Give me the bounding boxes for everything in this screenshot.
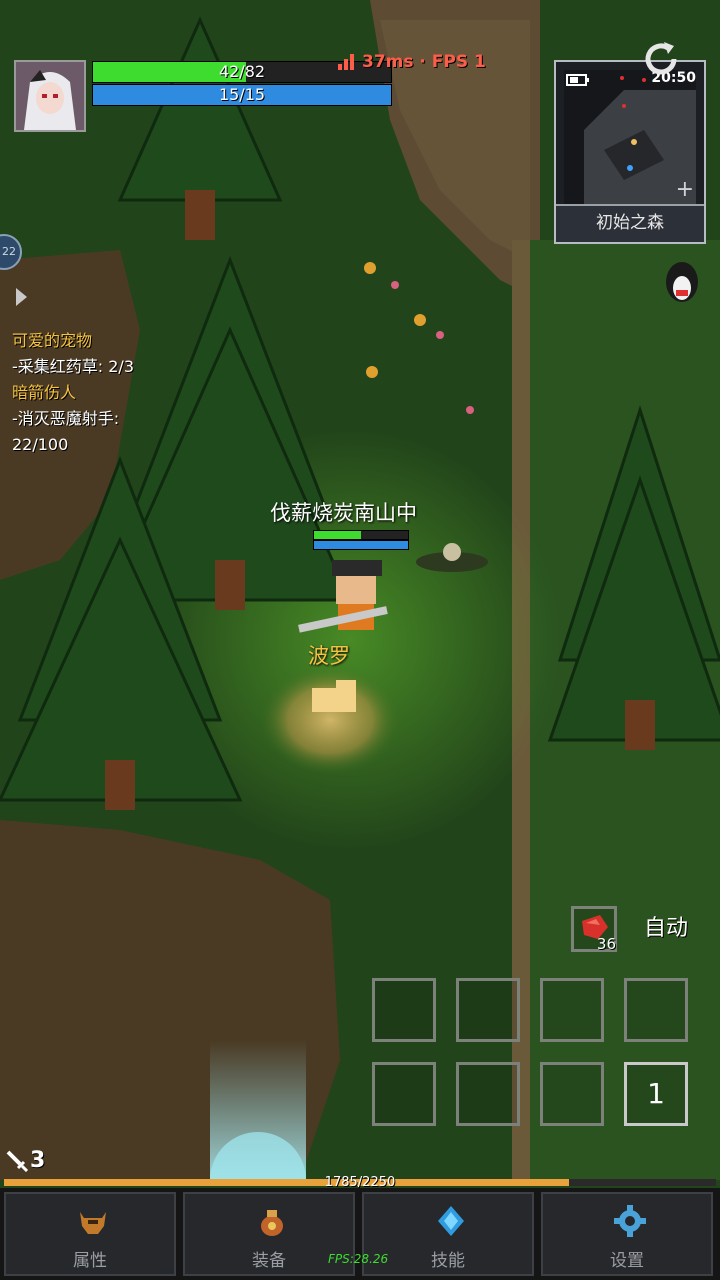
potion-slot[interactable]: 36 (571, 906, 617, 953)
side-badge-text: 22 (2, 245, 16, 258)
battery-icon (566, 74, 589, 86)
quest-detail: -采集红药草: 2/3 (12, 357, 135, 376)
skill-slot[interactable] (456, 978, 520, 1042)
nav-attributes[interactable]: 属性 (4, 1192, 176, 1276)
nav-label: 属性 (73, 1251, 107, 1271)
player-mp-bar (313, 540, 409, 550)
skill-page-button[interactable]: 1 (624, 1062, 688, 1126)
skill-slot[interactable] (372, 1062, 436, 1126)
map-name: 初始之森 (556, 204, 704, 242)
player-mp-fill (314, 541, 408, 549)
skill-slot[interactable] (456, 1062, 520, 1126)
gear-icon (614, 1205, 646, 1237)
attack-counter: 3 (6, 1148, 45, 1173)
skill-slot[interactable] (540, 978, 604, 1042)
zoom-plus-icon[interactable]: + (676, 179, 694, 201)
player-name: 伐薪烧炭南山中 (270, 501, 417, 525)
skill-crystal-icon (438, 1206, 464, 1236)
pet-name: 波罗 (308, 644, 350, 668)
helmet-icon (80, 1212, 106, 1234)
sword-icon (6, 1150, 28, 1172)
expand-arrow-icon[interactable] (16, 288, 27, 306)
ping-text: 37ms · FPS 1 (362, 52, 486, 72)
skill-slot[interactable] (624, 978, 688, 1042)
attack-count: 3 (30, 1148, 46, 1173)
player-avatar[interactable] (14, 60, 86, 132)
player-hp-bar (313, 530, 409, 540)
quest-progress: 22/100 (12, 435, 69, 454)
bottom-nav: 属性 装备 技能 设置 FPS:28.26 (0, 1188, 720, 1280)
quest-tracker[interactable]: 可爱的宠物 -采集红药草: 2/3 暗箭伤人 -消灭恶魔射手: 22/100 (12, 328, 134, 458)
quest-title: 可爱的宠物 (12, 331, 93, 350)
signal-icon (338, 54, 354, 70)
quest-title: 暗箭伤人 (12, 383, 77, 402)
mp-bar: 15/15 (92, 84, 392, 106)
skill-slot[interactable] (372, 978, 436, 1042)
quest-detail: -消灭恶魔射手: (12, 409, 120, 428)
minimap[interactable]: 20:50 + 初始之森 (554, 60, 706, 244)
nav-label: 设置 (610, 1251, 644, 1271)
refresh-icon[interactable] (640, 38, 682, 80)
potion-count: 36 (596, 935, 616, 953)
skill-page-number: 1 (647, 1077, 665, 1110)
nav-settings[interactable]: 设置 (541, 1192, 713, 1276)
skill-slot[interactable] (540, 1062, 604, 1126)
auto-button[interactable]: 自动 (644, 910, 688, 942)
network-status: 37ms · FPS 1 (338, 52, 486, 72)
mp-text: 15/15 (218, 85, 266, 104)
debug-fps: FPS:28.26 (328, 1252, 389, 1266)
bag-icon (261, 1210, 283, 1236)
player-hp-fill (314, 531, 361, 539)
nav-label: 技能 (431, 1251, 465, 1271)
